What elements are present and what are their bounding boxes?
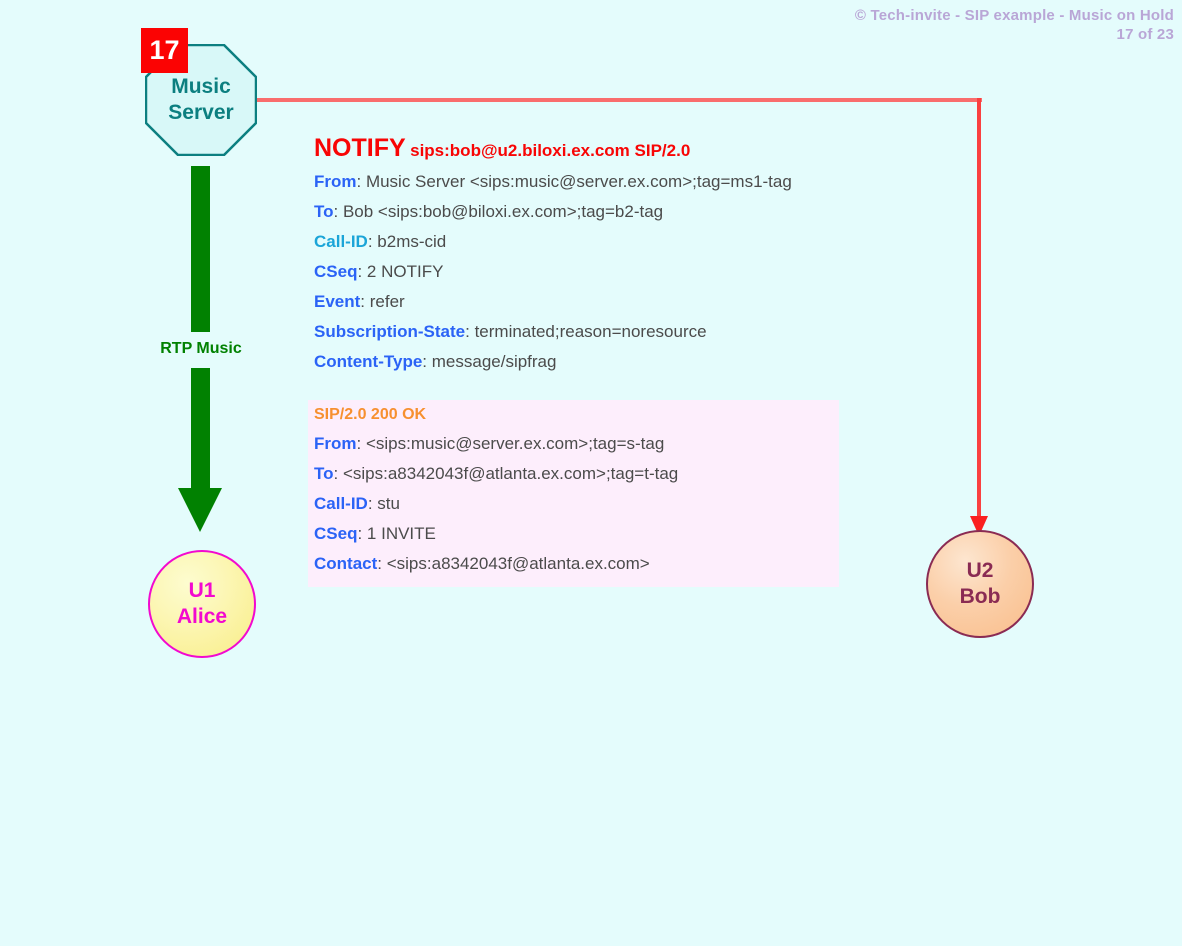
header-name: From — [314, 172, 357, 191]
header-value: : message/sipfrag — [422, 352, 557, 371]
notify-method: NOTIFY — [314, 134, 406, 162]
signalling-path-vertical — [977, 98, 981, 518]
user-bob-node: U2 Bob — [926, 530, 1034, 638]
header-line: Call-ID: b2ms-cid — [314, 227, 792, 257]
header-line: From: <sips:music@server.ex.com>;tag=s-t… — [314, 429, 831, 459]
header-name: Content-Type — [314, 352, 423, 371]
header-name: Call-ID — [314, 494, 368, 513]
header-line: Content-Type: message/sipfrag — [314, 347, 792, 377]
step-number-badge: 17 — [141, 28, 188, 73]
notify-request-line: NOTIFY sips:bob@u2.biloxi.ex.com SIP/2.0 — [314, 134, 792, 163]
header-name: From — [314, 434, 357, 453]
user-bob-label-line2: Bob — [959, 585, 1001, 608]
header-line: To: <sips:a8342043f@atlanta.ex.com>;tag=… — [314, 459, 831, 489]
header-value: : Bob <sips:bob@biloxi.ex.com>;tag=b2-ta… — [333, 202, 664, 221]
message-block-notify: NOTIFY sips:bob@u2.biloxi.ex.com SIP/2.0… — [308, 128, 800, 385]
sip-call-flow-diagram: © Tech-invite - SIP example - Music on H… — [0, 0, 1182, 946]
header-line: Event: refer — [314, 287, 792, 317]
header-name: Event — [314, 292, 361, 311]
header-value: : <sips:music@server.ex.com>;tag=s-tag — [356, 434, 665, 453]
header-value: : <sips:a8342043f@atlanta.ex.com> — [377, 554, 650, 573]
rtp-flow-arrowhead — [178, 488, 222, 532]
user-bob-label-line1: U2 — [966, 559, 994, 583]
rtp-flow-label: RTP Music — [148, 340, 254, 358]
message-block-200-ok: SIP/2.0 200 OK From: <sips:music@server.… — [308, 400, 839, 587]
ok200-status-line: SIP/2.0 200 OK — [314, 406, 427, 423]
header-name: Contact — [314, 554, 378, 573]
header-name: CSeq — [314, 524, 358, 543]
music-server-label-line1: Music — [171, 75, 231, 99]
header-line: Call-ID: stu — [314, 489, 831, 519]
ok200-header-list: From: <sips:music@server.ex.com>;tag=s-t… — [314, 429, 831, 579]
header-name: Subscription-State — [314, 322, 466, 341]
header-line: CSeq: 1 INVITE — [314, 519, 831, 549]
rtp-flow-bar-upper — [191, 166, 210, 332]
user-alice-label-line1: U1 — [188, 579, 216, 603]
header-name: To — [314, 464, 334, 483]
header-value: : b2ms-cid — [367, 232, 447, 251]
header-line: From: Music Server <sips:music@server.ex… — [314, 167, 792, 197]
copyright-title: © Tech-invite - SIP example - Music on H… — [854, 7, 1174, 24]
signalling-path-horizontal — [255, 98, 982, 102]
header-name: Call-ID — [314, 232, 368, 251]
page-counter: 17 of 23 — [1116, 26, 1174, 43]
notify-header-list: From: Music Server <sips:music@server.ex… — [314, 167, 792, 377]
music-server-label-line2: Server — [168, 101, 234, 124]
header-line: Contact: <sips:a8342043f@atlanta.ex.com> — [314, 549, 831, 579]
user-alice-label-line2: Alice — [176, 605, 228, 628]
header-value: : stu — [367, 494, 400, 513]
header-value: : 2 NOTIFY — [357, 262, 444, 281]
header-value: : 1 INVITE — [357, 524, 436, 543]
header-value: : Music Server <sips:music@server.ex.com… — [356, 172, 792, 191]
header-name: CSeq — [314, 262, 358, 281]
header-line: Subscription-State: terminated;reason=no… — [314, 317, 792, 347]
header-value: : terminated;reason=noresource — [465, 322, 707, 341]
header-line: CSeq: 2 NOTIFY — [314, 257, 792, 287]
header-name: To — [314, 202, 334, 221]
header-line: To: Bob <sips:bob@biloxi.ex.com>;tag=b2-… — [314, 197, 792, 227]
header-value: : refer — [360, 292, 405, 311]
header-value: : <sips:a8342043f@atlanta.ex.com>;tag=t-… — [333, 464, 679, 483]
user-alice-node: U1 Alice — [148, 550, 256, 658]
notify-request-uri: sips:bob@u2.biloxi.ex.com SIP/2.0 — [410, 141, 691, 160]
rtp-flow-bar-lower — [191, 368, 210, 490]
